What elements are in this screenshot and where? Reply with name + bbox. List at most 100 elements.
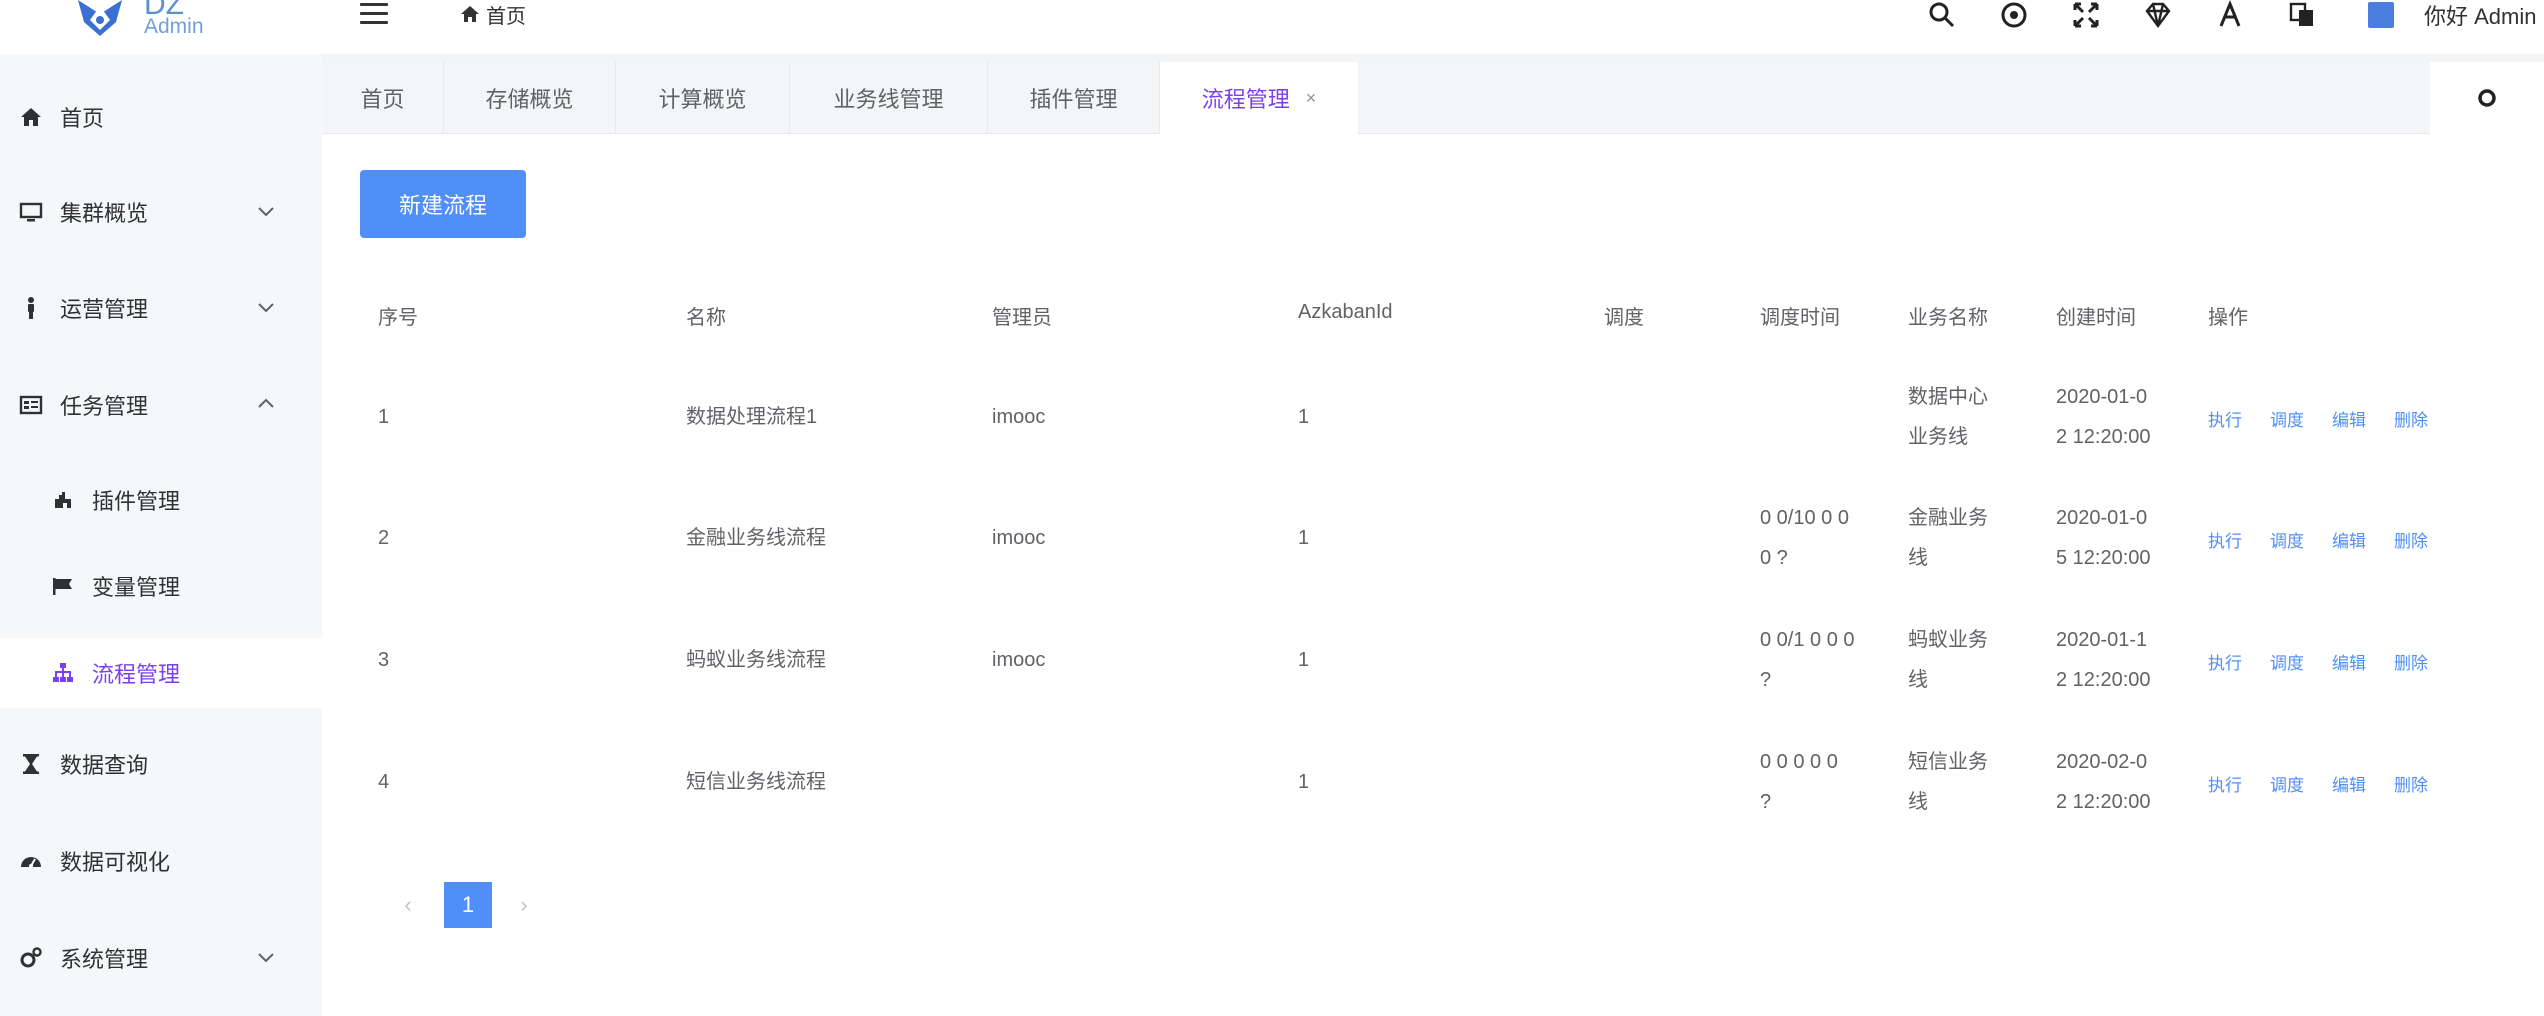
cell-business-name: 短信业务 [1908,751,1988,773]
cell-name: 短信业务线流程 [686,771,826,793]
logo-subtext: Admin [144,15,204,38]
cell-name: 金融业务线流程 [686,527,826,549]
menu-toggle-icon[interactable] [356,0,392,30]
column-header: 调度时间 [1760,307,1840,329]
top-toolbar: 你好 Admin [1906,0,2544,30]
gears-icon [18,945,44,971]
breadcrumb-home[interactable]: 首页 [486,0,526,29]
column-header: 名称 [686,307,726,329]
page-number[interactable]: 1 [444,882,492,928]
prev-page-button[interactable]: ‹ [392,885,424,925]
cell-admin: imooc [992,406,1046,428]
column-header: 调度 [1604,307,1644,329]
schedule-link[interactable]: 调度 [2270,649,2332,674]
pagination: ‹ 1 › [392,882,540,928]
diamond-icon[interactable] [2122,0,2194,30]
row-actions: 执行 调度 编辑 删除 [2208,771,2456,796]
sidebar-item-plugin-management[interactable]: 插件管理 [0,465,322,535]
delete-link[interactable]: 删除 [2394,527,2456,552]
column-header: 操作 [2208,307,2248,329]
font-size-icon[interactable] [2194,0,2266,30]
execute-link[interactable]: 执行 [2208,649,2270,674]
user-greeting[interactable]: 你好 Admin [2424,0,2544,31]
tab-label: 业务线管理 [833,87,944,112]
cell-created-time: 2 12:20:00 [2056,426,2151,448]
tab-compute-overview[interactable]: 计算概览 [616,62,790,134]
fullscreen-icon[interactable] [2050,0,2122,30]
cell-business-name: 业务线 [1908,426,1968,448]
delete-link[interactable]: 删除 [2394,649,2456,674]
next-page-button[interactable]: › [508,885,540,925]
sidebar-item-home[interactable]: 首页 [0,82,322,152]
edit-link[interactable]: 编辑 [2332,771,2394,796]
target-icon[interactable] [1978,0,2050,30]
column-header: 管理员 [992,307,1052,329]
tab-bar: 首页 存储概览 计算概览 业务线管理 插件管理 流程管理 × [322,62,2544,134]
sidebar-item-cluster-overview[interactable]: 集群概览 [0,177,322,247]
edit-link[interactable]: 编辑 [2332,527,2394,552]
chevron-down-icon [258,207,274,217]
cell-created-time: 5 12:20:00 [2056,547,2151,569]
cell-schedule-time: 0 0/10 0 0 [1760,507,1849,529]
close-icon[interactable]: × [1306,88,1317,109]
sidebar-item-operations[interactable]: 运营管理 [0,273,322,343]
edit-link[interactable]: 编辑 [2332,406,2394,431]
column-header: 业务名称 [1908,307,1988,329]
execute-link[interactable]: 执行 [2208,406,2270,431]
cell-azkaban-id: 1 [1298,771,1310,793]
sidebar-item-flow-management[interactable]: 流程管理 [0,638,322,708]
cell-schedule-time: 0 0 0 0 0 [1760,751,1838,773]
new-flow-button[interactable]: 新建流程 [360,170,526,238]
sidebar-item-label: 数据可视化 [60,850,171,875]
person-icon [18,295,44,321]
sidebar-item-label: 运营管理 [60,297,149,322]
dashboard-icon [18,848,44,874]
tab-business-line[interactable]: 业务线管理 [790,62,988,134]
schedule-link[interactable]: 调度 [2270,406,2332,431]
tab-flow-management[interactable]: 流程管理 × [1160,62,1358,134]
sidebar-item-data-query[interactable]: 数据查询 [0,729,322,799]
sidebar-item-label: 流程管理 [92,662,181,687]
tab-label: 首页 [360,87,405,112]
tab-label: 流程管理 [1201,87,1290,112]
tab-plugin-management[interactable]: 插件管理 [988,62,1160,134]
row-actions: 执行 调度 编辑 删除 [2208,649,2456,674]
cell-business-name: 线 [1908,547,1928,569]
edit-link[interactable]: 编辑 [2332,649,2394,674]
row-actions: 执行 调度 编辑 删除 [2208,406,2456,431]
logo[interactable]: DZ Admin [60,0,230,44]
search-icon[interactable] [1906,0,1978,30]
tab-label: 存储概览 [485,87,574,112]
cell-created-time: 2020-01-1 [2056,629,2148,651]
execute-link[interactable]: 执行 [2208,527,2270,552]
schedule-link[interactable]: 调度 [2270,527,2332,552]
avatar[interactable] [2368,2,2394,28]
home-icon [461,6,479,22]
cell-created-time: 2 12:20:00 [2056,669,2151,691]
cell-created-time: 2020-02-0 [2056,751,2148,773]
schedule-link[interactable]: 调度 [2270,771,2332,796]
cell-name: 数据处理流程1 [686,406,818,428]
translate-icon[interactable] [2266,0,2338,30]
tab-label: 计算概览 [658,87,747,112]
sidebar-item-system-management[interactable]: 系统管理 [0,923,322,993]
delete-link[interactable]: 删除 [2394,406,2456,431]
sitemap-icon [50,660,76,686]
tab-label: 插件管理 [1029,87,1118,112]
tab-home[interactable]: 首页 [322,62,444,134]
sidebar-item-label: 插件管理 [92,489,181,514]
cell-business-name: 线 [1908,791,1928,813]
sidebar-item-task-management[interactable]: 任务管理 [0,370,322,440]
settings-icon[interactable] [2430,62,2544,134]
sidebar-item-variable-management[interactable]: 变量管理 [0,551,322,621]
cell-admin: imooc [992,527,1046,549]
cell-id: 2 [378,527,390,549]
delete-link[interactable]: 删除 [2394,771,2456,796]
cell-id: 3 [378,649,390,671]
sidebar-item-data-visualization[interactable]: 数据可视化 [0,826,322,896]
cell-created-time: 2 12:20:00 [2056,791,2151,813]
execute-link[interactable]: 执行 [2208,771,2270,796]
flag-icon [50,573,76,599]
main-content: 新建流程 序号 名称 管理员 AzkabanId 调度 调度时间 业务名称 创建… [322,134,2544,1016]
tab-storage-overview[interactable]: 存储概览 [444,62,616,134]
